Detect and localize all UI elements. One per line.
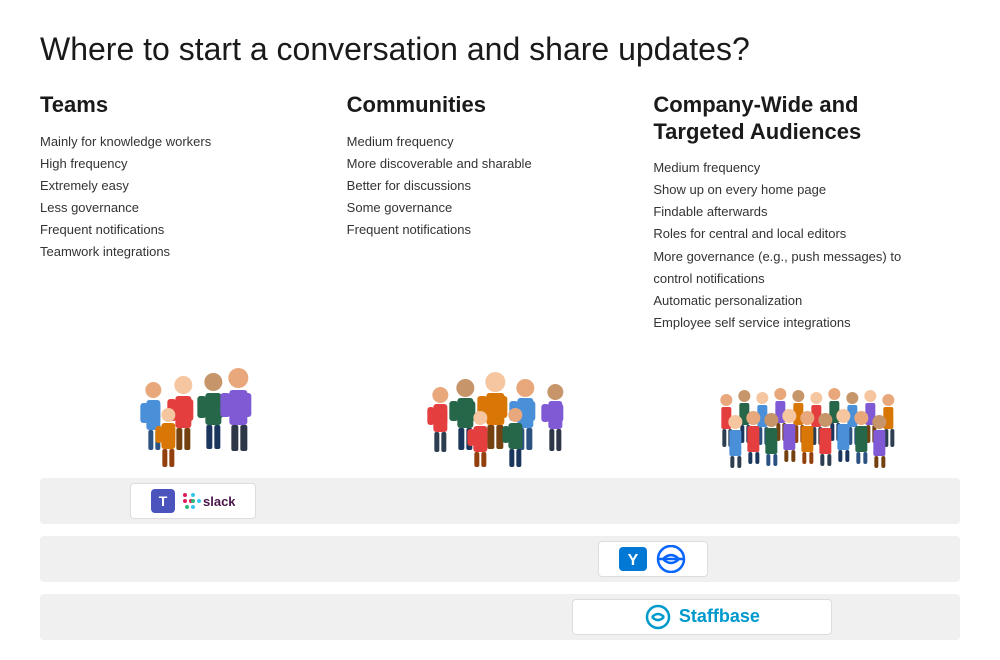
teams-column: Teams Mainly for knowledge workers High … — [40, 92, 347, 334]
companywide-bullet-7: Employee self service integrations — [653, 312, 940, 334]
yammer-workplace-box: Y — [598, 541, 708, 577]
tool-row-2: Y — [40, 536, 960, 582]
teams-logo-icon: T — [151, 489, 175, 513]
tool-rows-container: T slack — [40, 478, 960, 640]
columns-container: Teams Mainly for knowledge workers High … — [40, 92, 960, 334]
teams-bullet-5: Frequent notifications — [40, 219, 327, 241]
workplace-logo-icon — [655, 545, 687, 573]
tool-row-3-wrapper: Staffbase — [40, 594, 960, 640]
svg-text:slack: slack — [203, 494, 235, 509]
teams-title: Teams — [40, 92, 327, 118]
communities-title: Communities — [347, 92, 634, 118]
companywide-people-area — [653, 350, 960, 470]
teams-bullet-1: Mainly for knowledge workers — [40, 131, 327, 153]
staffbase-box: Staffbase — [572, 599, 832, 635]
communities-column: Communities Medium frequency More discov… — [347, 92, 654, 334]
tool-cell-yammer: Y — [347, 541, 960, 577]
communities-people-illustration — [347, 360, 654, 470]
svg-text:T: T — [159, 493, 168, 509]
teams-bullet-6: Teamwork integrations — [40, 241, 327, 263]
companywide-column: Company-Wide and Targeted Audiences Medi… — [653, 92, 960, 334]
communities-bullets: Medium frequency More discoverable and s… — [347, 131, 634, 241]
companywide-bullet-3: Findable afterwards — [653, 201, 940, 223]
page-title: Where to start a conversation and share … — [40, 30, 960, 68]
svg-text:Y: Y — [628, 552, 639, 569]
companywide-bullet-2: Show up on every home page — [653, 179, 940, 201]
companywide-bullet-5: More governance (e.g., push messages) to… — [653, 246, 940, 290]
communities-bullet-2: More discoverable and sharable — [347, 153, 634, 175]
companywide-bullets: Medium frequency Show up on every home p… — [653, 157, 940, 334]
page: Where to start a conversation and share … — [0, 0, 1000, 660]
tool-row-1: T slack — [40, 478, 960, 524]
teams-slack-box: T slack — [130, 483, 256, 519]
slack-logo-icon: slack — [183, 491, 235, 511]
companywide-bullet-1: Medium frequency — [653, 157, 940, 179]
yammer-logo-icon: Y — [619, 547, 647, 571]
teams-bullets: Mainly for knowledge workers High freque… — [40, 131, 327, 264]
tool-rows-wrapper: T slack — [40, 478, 960, 524]
companywide-people-illustration — [653, 360, 960, 470]
teams-people-area — [40, 350, 347, 470]
communities-bullet-4: Some governance — [347, 197, 634, 219]
teams-people-illustration — [40, 360, 347, 470]
people-illustrations-row — [40, 350, 960, 470]
staffbase-label: Staffbase — [679, 606, 760, 627]
tool-row-2-wrapper: Y — [40, 536, 960, 582]
tool-cell-staffbase: Staffbase — [445, 599, 960, 635]
teams-bullet-4: Less governance — [40, 197, 327, 219]
companywide-title: Company-Wide and Targeted Audiences — [653, 92, 940, 145]
tool-cell-teams: T slack — [40, 483, 347, 519]
staffbase-logo-icon — [645, 604, 671, 630]
communities-bullet-1: Medium frequency — [347, 131, 634, 153]
communities-bullet-3: Better for discussions — [347, 175, 634, 197]
communities-bullet-5: Frequent notifications — [347, 219, 634, 241]
companywide-bullet-4: Roles for central and local editors — [653, 223, 940, 245]
teams-bullet-3: Extremely easy — [40, 175, 327, 197]
teams-bullet-2: High frequency — [40, 153, 327, 175]
tool-row-3: Staffbase — [40, 594, 960, 640]
companywide-bullet-6: Automatic personalization — [653, 290, 940, 312]
communities-people-area — [347, 350, 654, 470]
